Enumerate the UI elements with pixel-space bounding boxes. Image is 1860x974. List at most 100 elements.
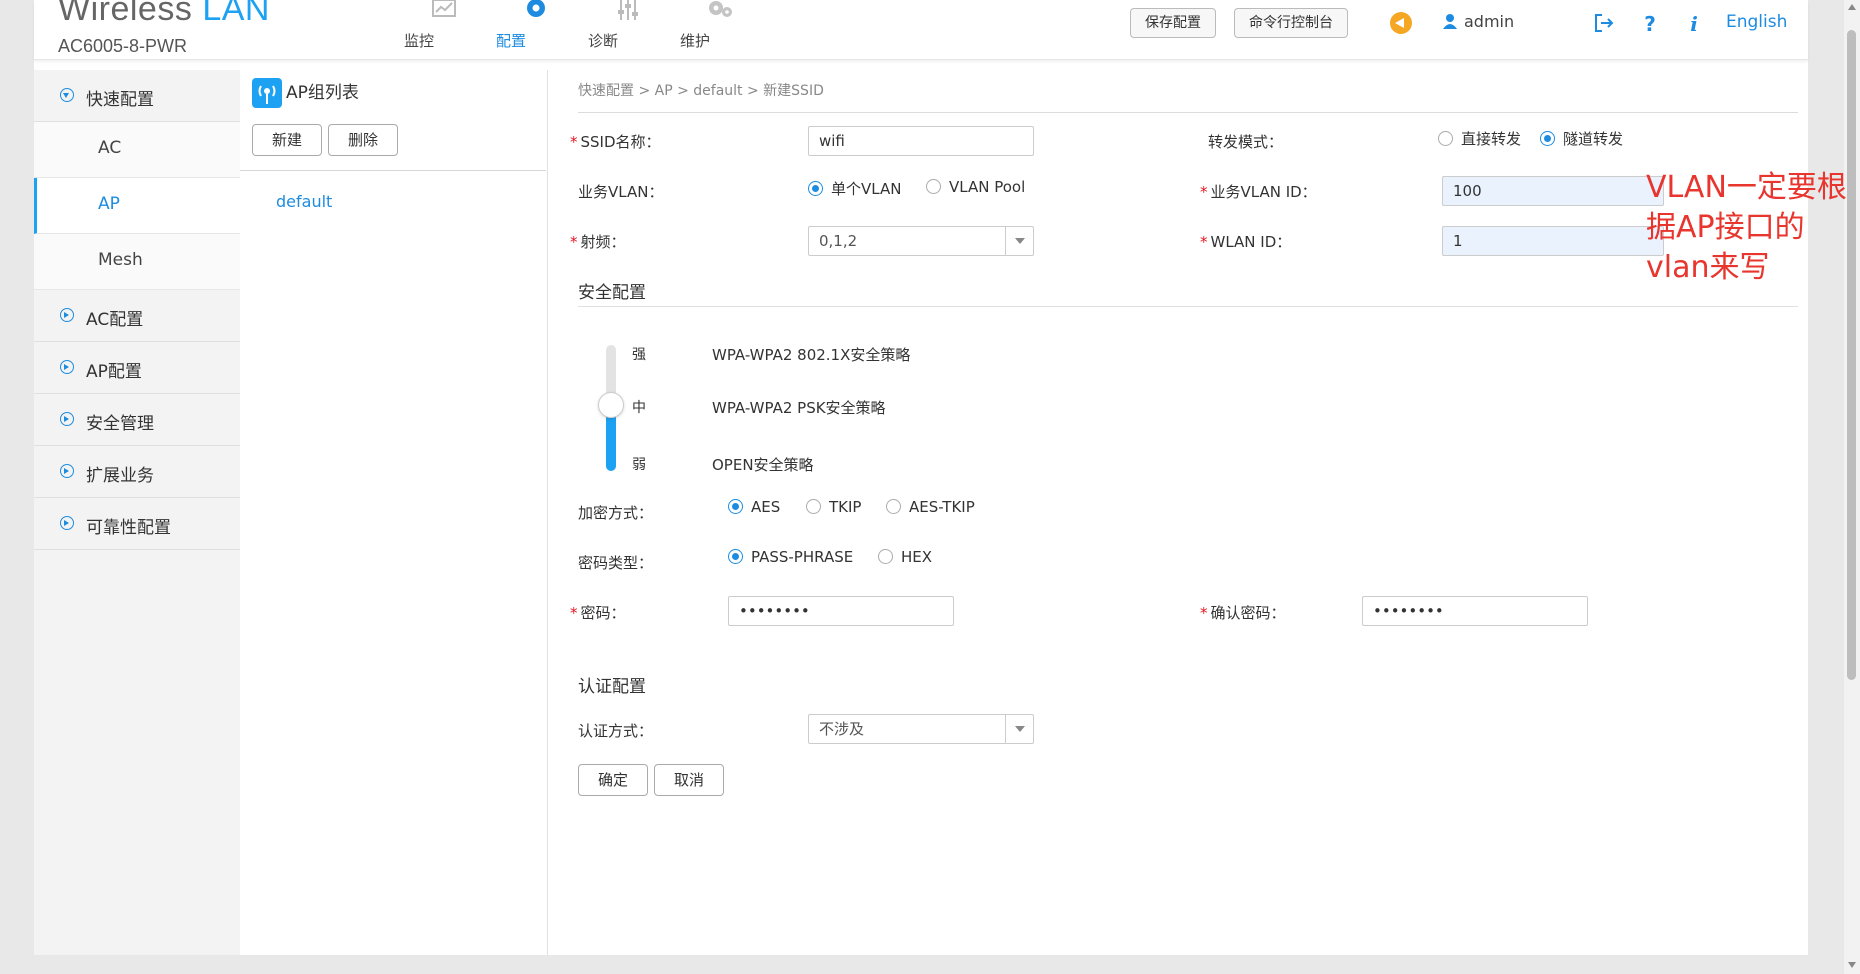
encrypt-mode-label: 加密方式： bbox=[578, 504, 654, 522]
nav-diagnose-label: 诊断 bbox=[588, 32, 619, 50]
nav-config-label: 配置 bbox=[496, 32, 527, 50]
scroll-down-icon[interactable] bbox=[1848, 962, 1856, 968]
security-level-fill bbox=[606, 410, 616, 471]
collapse-icon bbox=[60, 88, 74, 102]
password-type-label: 密码类型： bbox=[578, 554, 654, 572]
breadcrumb: 快速配置 > AP > default > 新建SSID bbox=[578, 83, 824, 99]
sidebar-item-label: 安全管理 bbox=[86, 414, 154, 434]
encrypt-aes-radio[interactable]: AES bbox=[728, 498, 780, 516]
gear-icon bbox=[527, 0, 545, 17]
sidebar-subitem-label: AP bbox=[98, 194, 120, 214]
nav-maintain[interactable]: 维护 bbox=[680, 0, 760, 56]
divider bbox=[578, 306, 1798, 307]
delete-group-button[interactable]: 删除 bbox=[328, 124, 398, 156]
ap-group-title: AP组列表 bbox=[252, 78, 359, 108]
diagnose-icon bbox=[618, 0, 638, 20]
level-medium-label: 中 bbox=[632, 400, 646, 416]
vlan-pool-radio[interactable]: VLAN Pool bbox=[926, 178, 1025, 196]
brand-accent-text: LAN bbox=[202, 0, 270, 28]
encrypt-tkip-radio[interactable]: TKIP bbox=[806, 498, 861, 516]
expand-icon bbox=[60, 360, 74, 374]
single-vlan-radio[interactable]: 单个VLAN bbox=[808, 178, 901, 199]
language-switch[interactable]: English bbox=[1726, 12, 1787, 32]
sidebar: 快速配置 AC AP Mesh AC配置 AP配置 安全管理 扩展业务 可靠性配… bbox=[34, 70, 240, 955]
level-weak-label: 弱 bbox=[632, 457, 646, 473]
sidebar-item-extension[interactable]: 扩展业务 bbox=[34, 446, 240, 498]
nav-maintain-label: 维护 bbox=[680, 32, 711, 50]
forward-direct-radio[interactable]: 直接转发 bbox=[1438, 128, 1521, 149]
expand-icon bbox=[60, 308, 74, 322]
nav-diagnose[interactable]: 诊断 bbox=[588, 0, 668, 56]
service-vlan-id-label: * 业务VLAN ID： bbox=[1200, 183, 1317, 201]
policy-psk[interactable]: WPA-WPA2 PSK安全策略 bbox=[712, 397, 886, 418]
auth-mode-label: 认证方式： bbox=[578, 722, 654, 740]
sidebar-item-ac-config[interactable]: AC配置 bbox=[34, 290, 240, 342]
sidebar-item-label: 扩展业务 bbox=[86, 466, 154, 486]
brand-logo: Wireless LAN bbox=[58, 0, 270, 29]
info-icon[interactable]: i bbox=[1682, 12, 1706, 36]
sidebar-item-ap-config[interactable]: AP配置 bbox=[34, 342, 240, 394]
ap-group-panel: AP组列表 新建 删除 default bbox=[240, 70, 548, 955]
encrypt-aes-tkip-radio[interactable]: AES-TKIP bbox=[886, 498, 975, 516]
page-margin bbox=[1808, 0, 1844, 974]
divider bbox=[240, 170, 546, 171]
ap-group-item[interactable]: default bbox=[276, 192, 332, 211]
wlan-id-input[interactable]: 1 bbox=[1442, 226, 1664, 256]
page-scrollbar[interactable] bbox=[1844, 0, 1860, 974]
ssid-name-input[interactable]: wifi bbox=[808, 126, 1034, 156]
auth-mode-select[interactable]: 不涉及 bbox=[808, 714, 1034, 744]
expand-icon bbox=[60, 464, 74, 478]
auth-section-title: 认证配置 bbox=[578, 677, 646, 697]
ap-group-title-text: AP组列表 bbox=[286, 83, 359, 103]
monitor-icon bbox=[432, 0, 456, 17]
scrollbar-thumb[interactable] bbox=[1847, 30, 1856, 680]
forward-mode-label: 转发模式： bbox=[1208, 133, 1284, 151]
alarm-icon[interactable] bbox=[1390, 12, 1412, 34]
scroll-up-icon[interactable] bbox=[1848, 4, 1856, 10]
policy-8021x[interactable]: WPA-WPA2 802.1X安全策略 bbox=[712, 344, 910, 365]
user-menu[interactable]: admin bbox=[1442, 12, 1514, 31]
sidebar-subitem-ap[interactable]: AP bbox=[34, 178, 240, 234]
pwtype-hex-radio[interactable]: HEX bbox=[878, 548, 932, 566]
service-vlan-label: 业务VLAN： bbox=[578, 183, 664, 201]
wlan-id-label: * WLAN ID： bbox=[1200, 233, 1292, 251]
sidebar-item-label: AP配置 bbox=[86, 362, 142, 382]
top-header: Wireless LAN AC6005-8-PWR 监控 配置 诊断 维护 保存配… bbox=[34, 0, 1808, 60]
sidebar-item-security[interactable]: 安全管理 bbox=[34, 394, 240, 446]
app-window: Wireless LAN AC6005-8-PWR 监控 配置 诊断 维护 保存配… bbox=[34, 0, 1808, 955]
help-icon[interactable]: ? bbox=[1638, 12, 1662, 36]
service-vlan-id-input[interactable]: 100 bbox=[1442, 176, 1664, 206]
cancel-button[interactable]: 取消 bbox=[654, 764, 724, 796]
sidebar-item-reliability[interactable]: 可靠性配置 bbox=[34, 498, 240, 550]
policy-open[interactable]: OPEN安全策略 bbox=[712, 454, 814, 475]
device-model: AC6005-8-PWR bbox=[58, 36, 188, 56]
new-group-button[interactable]: 新建 bbox=[252, 124, 322, 156]
pwtype-passphrase-radio[interactable]: PASS-PHRASE bbox=[728, 548, 853, 566]
username: admin bbox=[1464, 12, 1515, 31]
nav-monitor[interactable]: 监控 bbox=[404, 0, 484, 56]
sidebar-item-label: 可靠性配置 bbox=[86, 518, 171, 538]
brand-main-text: Wireless bbox=[58, 0, 193, 28]
sidebar-item-quick-config[interactable]: 快速配置 bbox=[34, 70, 240, 122]
password-input[interactable]: •••••••• bbox=[728, 596, 954, 626]
ssid-name-label: * SSID名称： bbox=[570, 133, 661, 151]
nav-monitor-label: 监控 bbox=[404, 32, 435, 50]
confirm-password-input[interactable]: •••••••• bbox=[1362, 596, 1588, 626]
radio-freq-select[interactable]: 0,1,2 bbox=[808, 226, 1034, 256]
expand-icon bbox=[60, 412, 74, 426]
security-level-handle[interactable] bbox=[598, 392, 624, 418]
wifi-ap-icon bbox=[252, 78, 282, 108]
save-config-button[interactable]: 保存配置 bbox=[1130, 8, 1216, 38]
ssid-form: 快速配置 > AP > default > 新建SSID * SSID名称： wi… bbox=[548, 70, 1808, 955]
nav-config[interactable]: 配置 bbox=[496, 0, 576, 56]
sidebar-item-label: 快速配置 bbox=[86, 90, 154, 110]
sidebar-subitem-mesh[interactable]: Mesh bbox=[34, 234, 240, 290]
forward-tunnel-radio[interactable]: 隧道转发 bbox=[1540, 128, 1623, 149]
ok-button[interactable]: 确定 bbox=[578, 764, 648, 796]
sidebar-subitem-label: AC bbox=[98, 138, 122, 158]
logout-icon[interactable] bbox=[1592, 12, 1616, 36]
sidebar-subitem-ac[interactable]: AC bbox=[34, 122, 240, 178]
cli-console-button[interactable]: 命令行控制台 bbox=[1234, 8, 1348, 38]
sidebar-subitem-label: Mesh bbox=[98, 250, 143, 270]
level-strong-label: 强 bbox=[632, 347, 646, 363]
